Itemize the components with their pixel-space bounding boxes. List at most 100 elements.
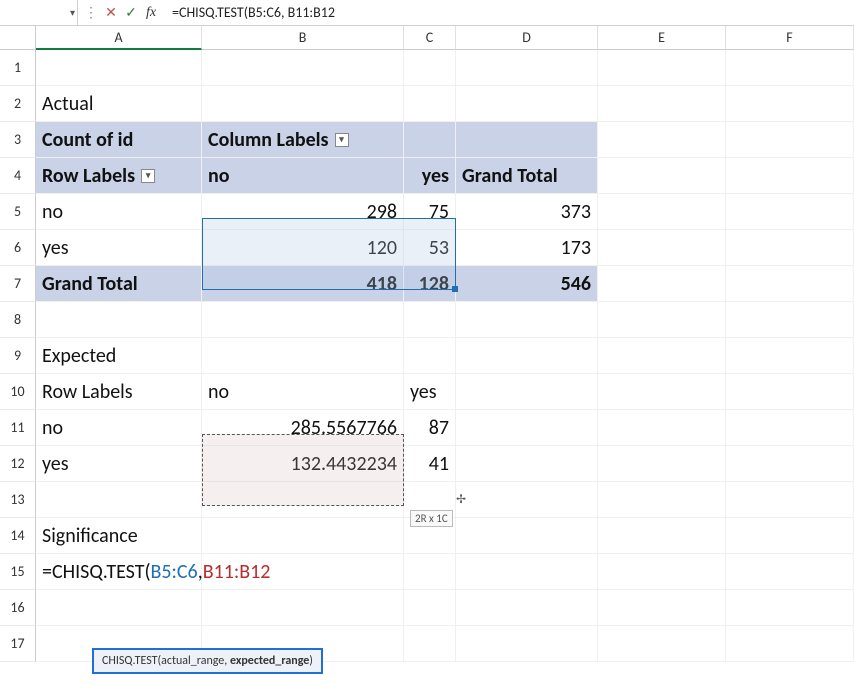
col-header-E[interactable]: E [598, 26, 726, 50]
cell[interactable] [726, 374, 854, 410]
cell[interactable]: 41 [404, 446, 456, 482]
pivot-col-no[interactable]: no [202, 158, 404, 194]
cell[interactable] [456, 302, 598, 338]
expected-row-labels[interactable]: Row Labels [36, 374, 202, 410]
cell[interactable] [404, 590, 456, 626]
fx-icon[interactable]: fx [142, 4, 160, 22]
cell[interactable] [598, 266, 726, 302]
cell[interactable] [598, 122, 726, 158]
cell[interactable] [598, 590, 726, 626]
cell[interactable] [598, 482, 726, 518]
row-header[interactable]: 7 [0, 266, 36, 302]
cell[interactable]: Expected [36, 338, 202, 374]
chevron-down-icon[interactable]: ▾ [335, 133, 349, 147]
cell[interactable] [726, 50, 854, 86]
cell[interactable] [726, 158, 854, 194]
cell[interactable]: 285.5567766 [202, 410, 404, 446]
cell[interactable] [726, 338, 854, 374]
cell[interactable] [598, 626, 726, 662]
cell[interactable] [726, 266, 854, 302]
cell[interactable] [598, 158, 726, 194]
active-cell[interactable]: =CHISQ.TEST(B5:C6, B11:B12 [36, 554, 202, 590]
expected-col-yes[interactable]: yes [404, 374, 456, 410]
cell[interactable] [456, 482, 598, 518]
cell[interactable] [456, 554, 598, 590]
cell[interactable] [404, 626, 456, 662]
cell[interactable] [456, 50, 598, 86]
row-header[interactable]: 16 [0, 590, 36, 626]
cell[interactable] [456, 338, 598, 374]
fill-handle-icon[interactable]: ✢ [456, 492, 468, 504]
col-header-B[interactable]: B [202, 26, 404, 50]
cell[interactable]: 120 [202, 230, 404, 266]
cell[interactable] [456, 590, 598, 626]
cell[interactable]: 87 [404, 410, 456, 446]
cell[interactable]: 128 [404, 266, 456, 302]
row-header[interactable]: 6 [0, 230, 36, 266]
row-header[interactable]: 13 [0, 482, 36, 518]
cell[interactable]: 132.4432234 [202, 446, 404, 482]
cell[interactable] [404, 50, 456, 86]
cell[interactable] [456, 626, 598, 662]
cell[interactable] [404, 302, 456, 338]
cell[interactable]: Actual [36, 86, 202, 122]
cell[interactable] [726, 410, 854, 446]
cell[interactable] [202, 50, 404, 86]
cell[interactable] [456, 374, 598, 410]
cell[interactable] [598, 410, 726, 446]
row-header[interactable]: 14 [0, 518, 36, 554]
cell[interactable] [598, 518, 726, 554]
pivot-grand-total-row[interactable]: Grand Total [36, 266, 202, 302]
cell[interactable] [726, 518, 854, 554]
pivot-grand-total-col[interactable]: Grand Total [456, 158, 598, 194]
row-header[interactable]: 12 [0, 446, 36, 482]
row-header[interactable]: 2 [0, 86, 36, 122]
pivot-row-yes[interactable]: yes [36, 230, 202, 266]
cell[interactable] [404, 122, 456, 158]
cell[interactable] [598, 50, 726, 86]
cell[interactable] [404, 86, 456, 122]
cell[interactable]: 173 [456, 230, 598, 266]
cell[interactable] [726, 446, 854, 482]
row-header[interactable]: 17 [0, 626, 36, 662]
cell[interactable] [726, 122, 854, 158]
cell[interactable] [456, 446, 598, 482]
cell[interactable] [726, 230, 854, 266]
cell[interactable] [456, 122, 598, 158]
chevron-down-icon[interactable]: ▾ [141, 169, 155, 183]
cell[interactable] [598, 86, 726, 122]
cell[interactable] [726, 626, 854, 662]
name-box[interactable]: ▾ [0, 0, 78, 25]
cell[interactable] [726, 482, 854, 518]
cell[interactable] [726, 554, 854, 590]
cell[interactable] [598, 374, 726, 410]
row-header[interactable]: 15 [0, 554, 36, 590]
cell[interactable] [36, 482, 202, 518]
select-all-corner[interactable] [0, 26, 36, 50]
inplace-formula[interactable]: =CHISQ.TEST(B5:C6, B11:B12 [42, 560, 270, 584]
cell[interactable] [404, 338, 456, 374]
cell[interactable] [598, 302, 726, 338]
row-header[interactable]: 9 [0, 338, 36, 374]
cell[interactable] [456, 518, 598, 554]
formula-bar-text[interactable]: =CHISQ.TEST(B5:C6, B11:B12 [164, 4, 854, 21]
cell[interactable] [598, 194, 726, 230]
cell[interactable]: Significance [36, 518, 202, 554]
row-header[interactable]: 1 [0, 50, 36, 86]
col-header-C[interactable]: C [404, 26, 456, 50]
col-header-A[interactable]: A [36, 26, 202, 50]
expected-col-no[interactable]: no [202, 374, 404, 410]
col-header-D[interactable]: D [456, 26, 598, 50]
cell[interactable] [36, 302, 202, 338]
row-header[interactable]: 5 [0, 194, 36, 230]
row-header[interactable]: 8 [0, 302, 36, 338]
cell[interactable]: 546 [456, 266, 598, 302]
pivot-row-no[interactable]: no [36, 194, 202, 230]
cell[interactable] [202, 302, 404, 338]
expected-row-yes[interactable]: yes [36, 446, 202, 482]
row-header[interactable]: 10 [0, 374, 36, 410]
cell[interactable] [36, 590, 202, 626]
cell[interactable]: 373 [456, 194, 598, 230]
confirm-icon[interactable]: ✓ [122, 4, 140, 22]
cell[interactable] [202, 518, 404, 554]
